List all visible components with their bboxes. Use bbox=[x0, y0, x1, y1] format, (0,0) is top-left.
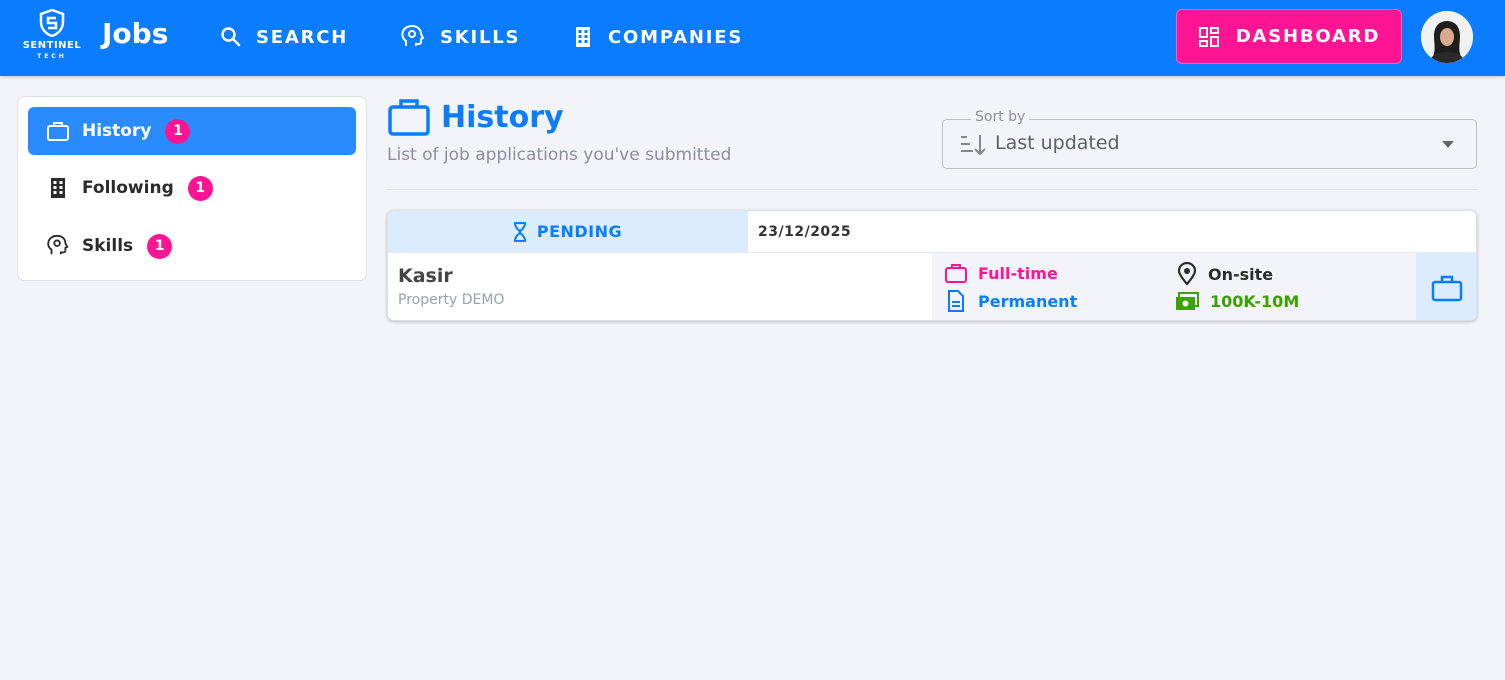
logo-text-primary: SENTINEL bbox=[22, 40, 82, 51]
work-mode: On-site bbox=[1176, 262, 1273, 286]
chevron-down-icon bbox=[1442, 141, 1454, 148]
work-mode-label: On-site bbox=[1208, 264, 1274, 284]
page-header: History bbox=[387, 97, 564, 137]
count-badge: 1 bbox=[165, 118, 191, 144]
page-subtitle: List of job applications you've submitte… bbox=[387, 145, 732, 165]
top-navbar: SENTINEL TECH Jobs SEARCH SKILLS COMPANI… bbox=[0, 0, 1505, 76]
application-date: 23/12/2025 bbox=[747, 211, 1476, 252]
nav-search[interactable]: SEARCH bbox=[220, 22, 348, 52]
company-name: Property DEMO bbox=[398, 292, 505, 308]
briefcase-icon bbox=[47, 122, 69, 141]
salary-label: 100K-10M bbox=[1210, 291, 1300, 311]
sidebar-item-label: Following bbox=[82, 178, 174, 198]
dashboard-grid-icon bbox=[1198, 26, 1219, 47]
user-avatar[interactable] bbox=[1421, 11, 1473, 63]
sidebar-item-history[interactable]: History 1 bbox=[28, 107, 356, 155]
user-avatar-icon bbox=[1421, 11, 1473, 63]
shield-logo-icon bbox=[39, 9, 65, 37]
briefcase-icon bbox=[388, 99, 430, 136]
application-card[interactable]: PENDING 23/12/2025 Kasir Property DEMO F… bbox=[387, 210, 1477, 321]
sort-value: Last updated bbox=[995, 132, 1120, 154]
sentinel-tech-logo[interactable]: SENTINEL TECH bbox=[16, 9, 88, 65]
count-badge: 1 bbox=[187, 175, 213, 201]
briefcase-icon bbox=[945, 264, 967, 283]
sort-select[interactable]: Sort by Last updated bbox=[942, 109, 1477, 169]
status-badge: PENDING bbox=[388, 211, 747, 252]
search-icon bbox=[221, 27, 241, 47]
location-pin-icon bbox=[1177, 262, 1197, 286]
view-job-button[interactable] bbox=[1416, 253, 1476, 320]
head-brain-icon bbox=[401, 24, 425, 46]
nav-companies-label: COMPANIES bbox=[608, 26, 744, 48]
nav-search-label: SEARCH bbox=[256, 26, 349, 48]
job-title[interactable]: Kasir bbox=[398, 265, 453, 287]
dashboard-button[interactable]: DASHBOARD bbox=[1176, 9, 1402, 64]
sidebar-item-following[interactable]: Following 1 bbox=[28, 164, 356, 212]
sort-icon bbox=[961, 135, 986, 156]
building-icon bbox=[576, 27, 590, 47]
nav-skills[interactable]: SKILLS bbox=[400, 22, 520, 52]
hourglass-icon bbox=[513, 221, 526, 242]
sort-label: Sort by bbox=[971, 109, 1030, 125]
sidebar: History 1 Following 1 Skills 1 bbox=[17, 96, 367, 281]
head-brain-icon bbox=[47, 234, 69, 255]
contract-type: Permanent bbox=[944, 290, 1077, 312]
nav-skills-label: SKILLS bbox=[440, 26, 521, 48]
dashboard-button-label: DASHBOARD bbox=[1235, 26, 1381, 47]
count-badge: 1 bbox=[147, 233, 173, 259]
sidebar-item-label: History bbox=[82, 121, 152, 141]
salary-range: 100K-10M bbox=[1174, 290, 1299, 312]
brand-title[interactable]: Jobs bbox=[102, 17, 168, 50]
sidebar-item-label: Skills bbox=[82, 236, 134, 256]
contract-type-label: Permanent bbox=[978, 291, 1078, 311]
briefcase-icon bbox=[1431, 275, 1463, 301]
job-meta: Full-time Permanent On-site 100K-10M bbox=[932, 253, 1416, 320]
header-divider bbox=[387, 189, 1477, 190]
nav-companies[interactable]: COMPANIES bbox=[572, 22, 743, 52]
page-title: History bbox=[441, 99, 564, 135]
building-icon bbox=[51, 178, 65, 198]
employment-type-label: Full-time bbox=[978, 263, 1058, 283]
status-text: PENDING bbox=[536, 222, 623, 241]
money-icon bbox=[1176, 292, 1199, 310]
sidebar-item-skills[interactable]: Skills 1 bbox=[28, 222, 356, 270]
document-icon bbox=[948, 290, 964, 312]
employment-type: Full-time bbox=[944, 262, 1058, 284]
logo-text-secondary: TECH bbox=[37, 53, 67, 60]
